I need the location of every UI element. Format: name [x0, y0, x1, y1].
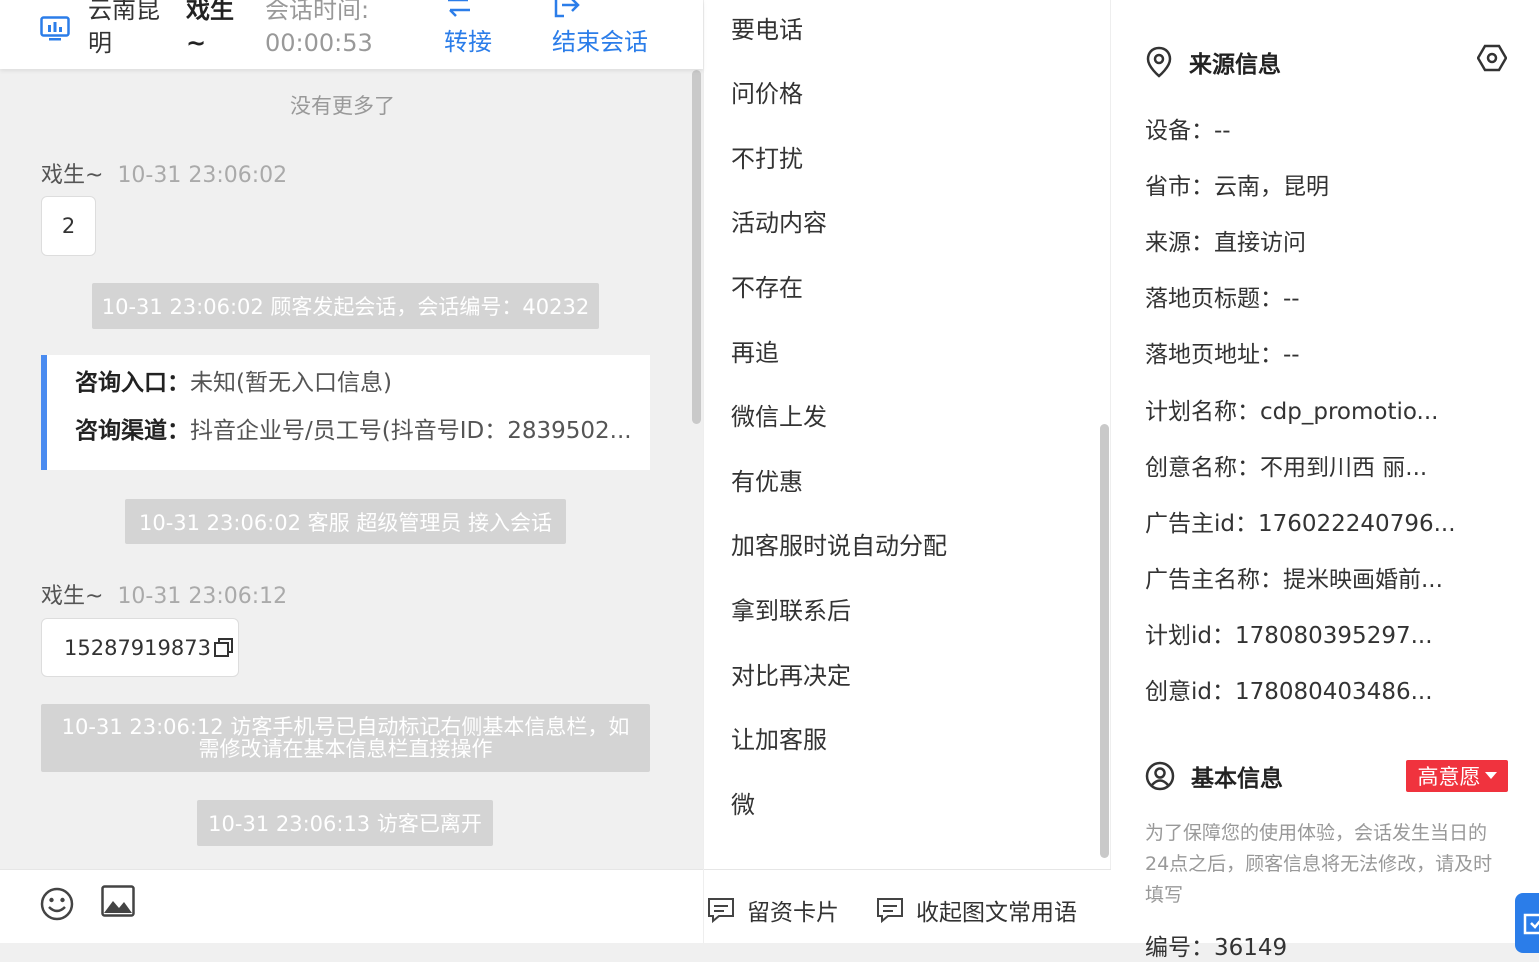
system-note: 10-31 23:06:12 访客手机号已自动标记右侧基本信息栏，如需修改请在基…	[41, 704, 650, 772]
chat-message-list[interactable]: 没有更多了 戏生~ 10-31 23:06:02 2 10-31 23:06:02…	[0, 69, 703, 869]
system-note: 10-31 23:06:02 顾客发起会话，会话编号：40232	[92, 283, 599, 329]
message-text: 15287919873	[64, 635, 211, 660]
phrase-item[interactable]: 问价格	[731, 74, 803, 109]
chat-panel: 云南昆明 戏生~ 会话时间: 00:00:53 转接 结束会话 没有更多了 戏生…	[0, 0, 703, 943]
info-row-number: 编号：36149	[1145, 935, 1288, 961]
info-row-landing-title: 落地页标题：--	[1145, 286, 1300, 312]
basic-info-title: 基本信息	[1145, 759, 1283, 793]
info-row-plan-name: 计划名称：cdp_promotio...	[1145, 399, 1439, 425]
source-info-label: 来源信息	[1189, 52, 1281, 78]
phrase-item[interactable]: 要电话	[731, 10, 803, 45]
collapse-phrases-button[interactable]: 收起图文常用语	[876, 893, 1077, 927]
phrase-item[interactable]: 对比再决定	[731, 656, 851, 691]
phrase-item[interactable]: 微信上发	[731, 397, 827, 432]
transfer-button[interactable]: 转接	[444, 0, 514, 60]
session-time: 会话时间: 00:00:53	[265, 0, 373, 57]
phrase-item[interactable]: 微	[731, 785, 755, 820]
message-meta: 戏生~ 10-31 23:06:12	[41, 578, 287, 610]
system-note: 10-31 23:06:13 访客已离开	[197, 800, 493, 846]
lead-card-button[interactable]: 留资卡片	[707, 893, 839, 927]
info-row-creative-id: 创意id：178080403486...	[1145, 679, 1433, 705]
consult-entry-row: 咨询入口：未知(暂无入口信息)	[75, 359, 645, 407]
message-square-icon	[708, 898, 734, 924]
collapse-phrases-label: 收起图文常用语	[916, 900, 1077, 926]
smile-icon[interactable]	[40, 887, 74, 921]
info-row-device: 设备：--	[1145, 118, 1231, 144]
consult-entry-value: 未知(暂无入口信息)	[190, 370, 392, 396]
customer-info-panel: 来源信息 设备：-- 省市：云南，昆明 来源：直接访问 落地页标题：-- 落地页…	[1111, 0, 1539, 961]
phrase-item[interactable]: 拿到联系后	[731, 591, 851, 626]
consult-channel-value: 抖音企业号/员工号(抖音号ID：2839502...	[190, 418, 632, 444]
consult-channel-row: 咨询渠道：抖音企业号/员工号(抖音号ID：2839502...	[75, 407, 645, 455]
phrase-item[interactable]: 不存在	[731, 268, 803, 303]
phrase-item[interactable]: 活动内容	[731, 203, 827, 238]
phrase-list[interactable]: 要电话 问价格 不打扰 活动内容 不存在 再追 微信上发 有优惠 加客服时说自动…	[704, 0, 1099, 868]
info-row-plan-id: 计划id：178080395297...	[1145, 623, 1433, 649]
end-session-label: 结束会话	[552, 28, 648, 56]
edit-notice: 为了保障您的使用体验，会话发生当日的24点之后，顾客信息将无法修改，请及时填写	[1145, 822, 1493, 906]
chat-scrollbar[interactable]	[692, 70, 701, 424]
visitor-name: 戏生~	[186, 0, 234, 57]
message-square-icon	[877, 898, 903, 924]
phrase-item[interactable]: 加客服时说自动分配	[731, 526, 947, 561]
phrase-item[interactable]: 有优惠	[731, 462, 803, 497]
consult-entry-label: 咨询入口：	[75, 370, 190, 396]
info-row-landing-url: 落地页地址：--	[1145, 342, 1300, 368]
message-meta: 戏生~ 10-31 23:06:02	[41, 157, 287, 189]
eye-hexagon-icon[interactable]	[1477, 44, 1507, 72]
phrase-item[interactable]: 再追	[731, 333, 779, 368]
info-row-creative-name: 创意名称：不用到川西 丽...	[1145, 455, 1428, 481]
phrase-item[interactable]: 不打扰	[731, 139, 803, 174]
phrase-item[interactable]: 让加客服	[731, 720, 827, 755]
transfer-icon	[448, 0, 470, 17]
lead-card-label: 留资卡片	[747, 900, 839, 926]
floating-action-button[interactable]	[1515, 893, 1539, 953]
intent-level-value: 高意愿	[1417, 765, 1481, 789]
exit-icon	[554, 0, 580, 18]
end-session-button[interactable]: 结束会话	[552, 0, 672, 60]
caret-down-icon	[1484, 772, 1497, 779]
transfer-label: 转接	[444, 28, 492, 56]
message-bubble: 15287919873	[41, 618, 239, 677]
no-more-hint: 没有更多了	[290, 94, 395, 118]
chat-header: 云南昆明 戏生~ 会话时间: 00:00:53 转接 结束会话	[0, 0, 703, 69]
message-time: 10-31 23:06:02	[117, 163, 288, 188]
location-pin-icon	[1146, 46, 1172, 78]
message-sender: 戏生~	[41, 163, 104, 188]
message-time: 10-31 23:06:12	[117, 584, 288, 609]
intent-level-dropdown[interactable]: 高意愿	[1406, 760, 1508, 792]
image-icon[interactable]	[101, 885, 135, 917]
monitor-icon	[40, 16, 70, 41]
basic-info-label: 基本信息	[1191, 766, 1283, 792]
info-row-source: 来源：直接访问	[1145, 230, 1306, 256]
message-sender: 戏生~	[41, 584, 104, 609]
edit-square-icon	[1523, 913, 1539, 935]
consult-info-card: 咨询入口：未知(暂无入口信息) 咨询渠道：抖音企业号/员工号(抖音号ID：283…	[41, 355, 650, 470]
info-row-advertiser-id: 广告主id：176022240796...	[1145, 511, 1456, 537]
user-circle-icon	[1145, 761, 1175, 791]
phrase-toolbar: 留资卡片 收起图文常用语	[704, 869, 1112, 943]
copy-icon[interactable]	[213, 637, 235, 659]
visitor-region: 云南昆明	[88, 0, 160, 57]
message-bubble: 2	[41, 196, 96, 256]
consult-channel-label: 咨询渠道：	[75, 418, 190, 444]
system-note: 10-31 23:06:02 客服 超级管理员 接入会话	[125, 499, 566, 544]
source-info-title: 来源信息	[1145, 45, 1281, 79]
info-row-advertiser-name: 广告主名称：提米映画婚前...	[1145, 567, 1443, 593]
chat-toolbar	[0, 869, 703, 943]
info-row-province: 省市：云南，昆明	[1145, 174, 1329, 200]
common-phrases-panel: 要电话 问价格 不打扰 活动内容 不存在 再追 微信上发 有优惠 加客服时说自动…	[703, 0, 1112, 943]
phrase-scrollbar[interactable]	[1100, 424, 1109, 858]
